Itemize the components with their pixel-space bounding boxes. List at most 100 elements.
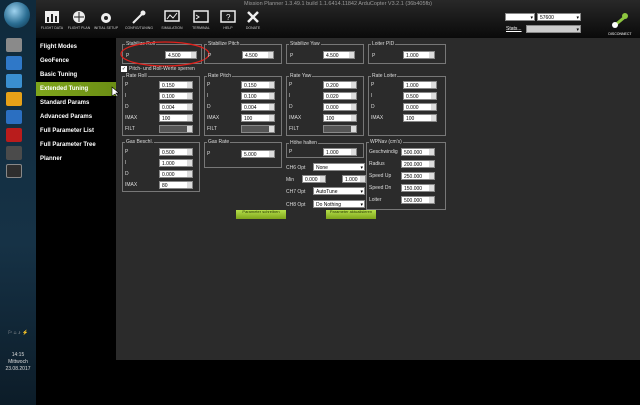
- sidebar-item-planner[interactable]: Planner: [36, 152, 116, 166]
- rate-roll-filt-input[interactable]: [159, 125, 193, 133]
- rate-pitch-filt-input[interactable]: [241, 125, 275, 133]
- sidebar-item-extended-tuning[interactable]: Extended Tuning: [36, 82, 116, 96]
- ch8-opt-label: CH8 Opt: [286, 202, 306, 208]
- sidebar-item-advanced-params[interactable]: Advanced Params: [36, 110, 116, 124]
- sidebar-item-full-parameter-tree[interactable]: Full Parameter Tree: [36, 138, 116, 152]
- word-icon[interactable]: [6, 110, 22, 124]
- config-tuning-icon: [132, 10, 146, 24]
- stabilize-yaw-p-input[interactable]: 4.500: [323, 51, 355, 59]
- write-params-button[interactable]: Parameter schreiben: [236, 209, 286, 219]
- ie-icon[interactable]: [6, 56, 22, 70]
- ch6-min-label: Min: [286, 177, 295, 183]
- chrome-icon[interactable]: [6, 92, 22, 106]
- throttle-accel-p-input[interactable]: 0.500: [159, 148, 193, 156]
- rate-yaw-imax-input[interactable]: 100: [323, 114, 357, 122]
- rate-loiter-i-input[interactable]: 0.500: [403, 92, 437, 100]
- sidebar-item-flight-modes[interactable]: Flight Modes: [36, 40, 116, 54]
- missionplanner-icon[interactable]: [6, 164, 22, 178]
- loiter-pid-p-input[interactable]: 1.000: [403, 51, 435, 59]
- wpnav-loiter-input[interactable]: 500.000: [401, 196, 435, 204]
- field-label: P: [372, 53, 376, 59]
- field-label: P: [371, 82, 375, 88]
- ch8-opt-select[interactable]: Do Nothing: [313, 200, 365, 209]
- wpnav-speed-input[interactable]: 500.000: [401, 148, 435, 156]
- field-label: D: [125, 104, 129, 110]
- refresh-params-button[interactable]: Parameter aktualisieren: [326, 209, 376, 219]
- rate-yaw-filt-input[interactable]: [323, 125, 357, 133]
- rate-yaw-p-input[interactable]: 0.200: [323, 81, 357, 89]
- stabilize-pitch-group: Stabilize Pitch P 4.500: [204, 41, 282, 64]
- rate-yaw-d-input[interactable]: 0.000: [323, 103, 357, 111]
- field-label: I: [371, 93, 373, 99]
- wpnav-speed-dn-input[interactable]: 150.000: [401, 184, 435, 192]
- toolbar-initial-setup[interactable]: INITIAL SETUP: [91, 10, 121, 37]
- app-icon[interactable]: [6, 146, 22, 160]
- stabilize-pitch-p-input[interactable]: 4.500: [242, 51, 274, 59]
- field-label: I: [125, 160, 127, 166]
- donate-icon: [247, 11, 259, 23]
- toolbar-flight-data[interactable]: FLIGHT DATA: [37, 10, 67, 37]
- tray-icons[interactable]: ⚐ ⌂ ♪ ⚡: [0, 330, 36, 352]
- baud-select[interactable]: 57600: [537, 13, 581, 22]
- ch7-opt-select[interactable]: AutoTune: [313, 187, 365, 196]
- sidebar-item-geofence[interactable]: GeoFence: [36, 54, 116, 68]
- toolbar-label: INITIAL SETUP: [93, 26, 119, 30]
- wpnav-radius-input[interactable]: 200.000: [401, 160, 435, 168]
- start-button-icon[interactable]: [4, 2, 30, 28]
- toolbar-config-tuning[interactable]: CONFIG/TUNING: [124, 10, 154, 37]
- sidebar-item-standard-params[interactable]: Standard Params: [36, 96, 116, 110]
- field-label: P: [125, 82, 129, 88]
- connect-button[interactable]: DISCONNECT: [604, 12, 636, 38]
- throttle-accel-d-input[interactable]: 0.000: [159, 170, 193, 178]
- throttle-accel-imax-input[interactable]: 80: [159, 181, 193, 189]
- field-label: D: [125, 171, 129, 177]
- ch6-max-input[interactable]: 1.000: [342, 175, 366, 183]
- rate-roll-imax-input[interactable]: 100: [159, 114, 193, 122]
- stats-link[interactable]: Stats...: [506, 26, 522, 32]
- clock-time[interactable]: 14:15: [0, 352, 36, 359]
- toolbar-simulation[interactable]: SIMULATION: [157, 10, 187, 37]
- toolbar-donate[interactable]: DONATE: [238, 10, 268, 37]
- rate-pitch-imax-input[interactable]: 100: [241, 114, 275, 122]
- clock-day: Mittwoch: [8, 359, 28, 365]
- rate-pitch-i-input[interactable]: 0.100: [241, 92, 275, 100]
- rate-pitch-d-input[interactable]: 0.004: [241, 103, 275, 111]
- rate-yaw-i-input[interactable]: 0.020: [323, 92, 357, 100]
- explorer-icon[interactable]: [6, 38, 22, 52]
- group-title: Rate Loiter: [371, 73, 398, 79]
- rate-roll-i-input[interactable]: 0.100: [159, 92, 193, 100]
- system-tray: ⚐ ⌂ ♪ ⚡ 14:15 Mittwoch 23.08.2017: [0, 330, 36, 405]
- field-label: I: [289, 93, 291, 99]
- throttle-accel-i-input[interactable]: 1.000: [159, 159, 193, 167]
- field-label: P: [207, 82, 211, 88]
- link-select[interactable]: [526, 25, 581, 34]
- group-title: Rate Roll: [125, 73, 148, 79]
- wpnav-speed-up-input[interactable]: 250.000: [401, 172, 435, 180]
- toolbar-flight-plan[interactable]: FLIGHT PLAN: [64, 10, 94, 37]
- field-label: IMAX: [125, 182, 138, 188]
- sidebar-item-full-parameter-list[interactable]: Full Parameter List: [36, 124, 116, 138]
- rate-pitch-p-input[interactable]: 0.150: [241, 81, 275, 89]
- rate-loiter-d-input[interactable]: 0.000: [403, 103, 437, 111]
- sidebar-item-basic-tuning[interactable]: Basic Tuning: [36, 68, 116, 82]
- lock-pitch-roll-label: Pitch- und Roll-Werte sperren: [129, 66, 195, 72]
- comport-select[interactable]: [505, 13, 535, 22]
- ch6-opt-select[interactable]: None: [313, 163, 365, 172]
- acrobat-icon[interactable]: [6, 128, 22, 142]
- help-icon: ?: [220, 10, 236, 23]
- lock-pitch-roll-checkbox[interactable]: ✓: [121, 66, 127, 72]
- field-label: I: [207, 93, 209, 99]
- rate-loiter-p-input[interactable]: 1.000: [403, 81, 437, 89]
- ch6-min-input[interactable]: 0.000: [302, 175, 326, 183]
- field-label: P: [125, 149, 129, 155]
- toolbar-terminal[interactable]: TERMINAL: [186, 10, 216, 37]
- throttle-rate-p-input[interactable]: 5.000: [241, 150, 275, 158]
- edge-icon[interactable]: [6, 74, 22, 88]
- field-label: Loiter: [369, 197, 382, 203]
- rate-roll-d-input[interactable]: 0.004: [159, 103, 193, 111]
- field-label: D: [207, 104, 211, 110]
- rate-roll-p-input[interactable]: 0.150: [159, 81, 193, 89]
- toolbar-label: FLIGHT DATA: [40, 26, 64, 30]
- rate-loiter-imax-input[interactable]: 100: [403, 114, 437, 122]
- alt-hold-p-input[interactable]: 1.000: [323, 148, 357, 156]
